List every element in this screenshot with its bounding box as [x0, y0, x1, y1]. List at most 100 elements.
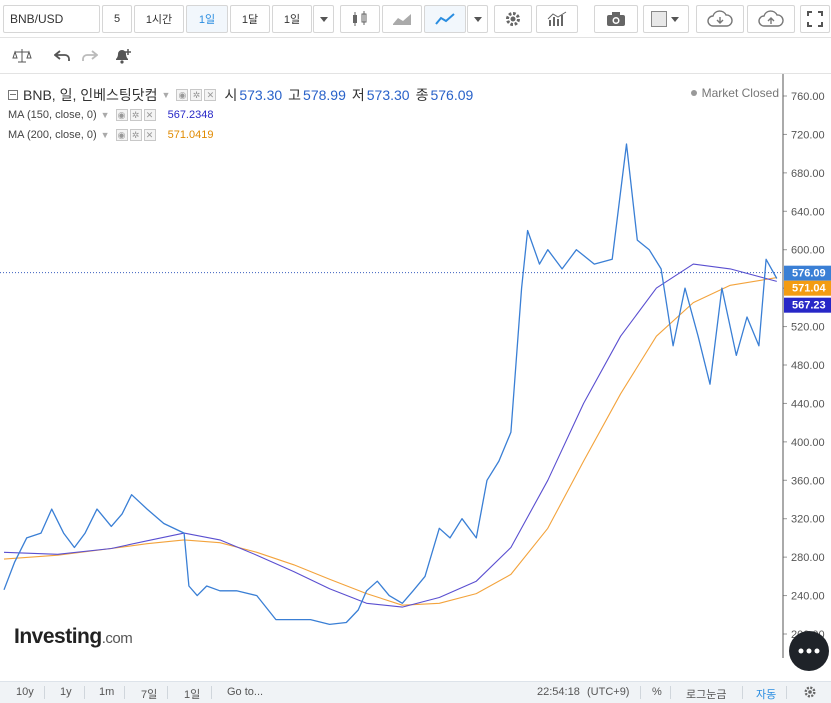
color-swatch-icon [651, 11, 679, 27]
settings-small-icon[interactable]: ✲ [129, 109, 142, 121]
eye-icon[interactable]: ◉ [176, 88, 189, 101]
bottom-bar: 10y 1y 1m 7일 1일 Go to... 22:54:18 (UTC+9… [0, 681, 831, 703]
camera-icon [607, 12, 625, 26]
goto-button[interactable]: Go to... [227, 686, 263, 698]
cloud-upload-icon [758, 10, 784, 27]
ma150-price-tag: 567.23 [792, 300, 826, 312]
interval-label: 1일 [283, 14, 301, 26]
timezone-button[interactable]: (UTC+9) [587, 686, 629, 698]
symbol-caret-icon[interactable]: ▼ [162, 90, 171, 100]
close-small-icon[interactable]: ✕ [204, 88, 217, 101]
y-tick-label: 720.00 [791, 129, 825, 141]
close-price-tag: 576.09 [792, 268, 826, 280]
high-value: 578.99 [303, 86, 346, 103]
settings-small-icon[interactable]: ✲ [129, 129, 142, 141]
top-toolbar: BNB/USD 5 1시간 1일 1달 1일 [0, 0, 831, 38]
ma150-caret-icon[interactable]: ▼ [101, 110, 110, 120]
interval-1mo-button[interactable]: 1달 [230, 5, 270, 33]
logo-brand: Investing [14, 625, 102, 648]
candlestick-chart-button[interactable] [340, 5, 380, 33]
redo-button[interactable] [76, 42, 104, 70]
area-chart-button[interactable] [382, 5, 422, 33]
chart-legend: BNB, 일, 인베스팅닷컴 ▼ ◉ ✲ ✕ 시 573.30 고 578.99 저… [8, 84, 473, 145]
low-value: 573.30 [366, 86, 410, 103]
color-picker-button[interactable] [643, 5, 689, 33]
divider [742, 686, 743, 699]
divider [124, 686, 125, 699]
y-tick-label: 520.00 [791, 322, 825, 334]
drawing-toolbar [0, 38, 831, 74]
fullscreen-button[interactable] [800, 5, 830, 33]
range-1d-button[interactable]: 1일 [184, 686, 200, 702]
y-tick-label: 640.00 [791, 206, 825, 218]
bell-plus-icon [116, 49, 131, 64]
symbol-input[interactable]: BNB/USD [3, 5, 100, 33]
ma200-caret-icon[interactable]: ▼ [101, 130, 110, 140]
more-options-button[interactable] [789, 631, 829, 671]
chart-area[interactable]: 760.00720.00680.00640.00600.00560.00520.… [0, 74, 831, 658]
indicators-icon [547, 11, 567, 26]
interval-label: 1달 [241, 14, 259, 26]
interval-1h-button[interactable]: 1시간 [134, 5, 184, 33]
interval-custom-button[interactable]: 1일 [272, 5, 312, 33]
settings-small-icon[interactable]: ✲ [190, 88, 203, 101]
ma150-value: 567.2348 [167, 109, 214, 121]
redo-icon [82, 50, 98, 61]
price-chart[interactable]: 760.00720.00680.00640.00600.00560.00520.… [0, 74, 831, 658]
interval-label: 1일 [198, 14, 216, 26]
undo-button[interactable] [48, 42, 76, 70]
logo-suffix: .com [101, 630, 133, 647]
ma150-label: MA (150, close, 0) [8, 109, 97, 121]
market-status-text: Market Closed [701, 86, 779, 100]
interval-dropdown-button[interactable] [313, 5, 334, 33]
interval-label: 1시간 [145, 14, 173, 26]
y-tick-label: 320.00 [791, 514, 825, 526]
range-1m-button[interactable]: 1m [99, 686, 114, 698]
cloud-download-icon [707, 10, 733, 27]
y-tick-label: 400.00 [791, 437, 825, 449]
close-small-icon[interactable]: ✕ [143, 129, 156, 141]
interval-5-button[interactable]: 5 [102, 5, 132, 33]
compare-button[interactable] [3, 42, 41, 70]
low-label: 저 [351, 86, 365, 103]
y-tick-label: 760.00 [791, 91, 825, 103]
eye-icon[interactable]: ◉ [115, 109, 128, 121]
gear-icon [506, 12, 520, 26]
y-tick-label: 480.00 [791, 360, 825, 372]
line-chart-icon [435, 13, 455, 25]
market-status: Market Closed [690, 86, 779, 100]
range-1y-button[interactable]: 1y [60, 686, 72, 698]
save-chart-button[interactable] [747, 5, 795, 33]
divider [211, 686, 212, 699]
y-tick-label: 440.00 [791, 398, 825, 410]
open-value: 573.30 [239, 86, 283, 103]
screenshot-button[interactable] [594, 5, 638, 33]
gear-icon[interactable] [803, 685, 817, 699]
area-chart-icon [393, 14, 411, 25]
eye-icon[interactable]: ◉ [115, 129, 128, 141]
interval-1d-button[interactable]: 1일 [186, 5, 228, 33]
divider [640, 686, 641, 699]
line-chart-button[interactable] [424, 5, 466, 33]
percent-toggle[interactable]: % [652, 686, 662, 698]
ma200-label: MA (200, close, 0) [8, 129, 97, 141]
load-chart-button[interactable] [696, 5, 744, 33]
range-10y-button[interactable]: 10y [16, 686, 34, 698]
close-small-icon[interactable]: ✕ [143, 109, 156, 121]
indicators-button[interactable] [536, 5, 578, 33]
add-alert-button[interactable] [108, 42, 138, 70]
y-tick-label: 680.00 [791, 168, 825, 180]
legend-main-row: BNB, 일, 인베스팅닷컴 ▼ ◉ ✲ ✕ 시 573.30 고 578.99 저… [8, 84, 473, 105]
collapse-legend-icon[interactable] [8, 89, 18, 100]
auto-scale-toggle[interactable]: 자동 [756, 686, 776, 702]
y-tick-label: 600.00 [791, 245, 825, 257]
chart-type-dropdown-button[interactable] [467, 5, 488, 33]
range-7d-button[interactable]: 7일 [141, 686, 157, 702]
log-scale-toggle[interactable]: 로그눈금 [686, 686, 726, 702]
ma200-value: 571.0419 [167, 129, 214, 141]
chevron-down-icon [319, 16, 328, 22]
close-label: 종 [415, 86, 429, 103]
interval-label: 5 [113, 13, 121, 25]
status-dot-icon [690, 90, 697, 96]
settings-button[interactable] [494, 5, 532, 33]
